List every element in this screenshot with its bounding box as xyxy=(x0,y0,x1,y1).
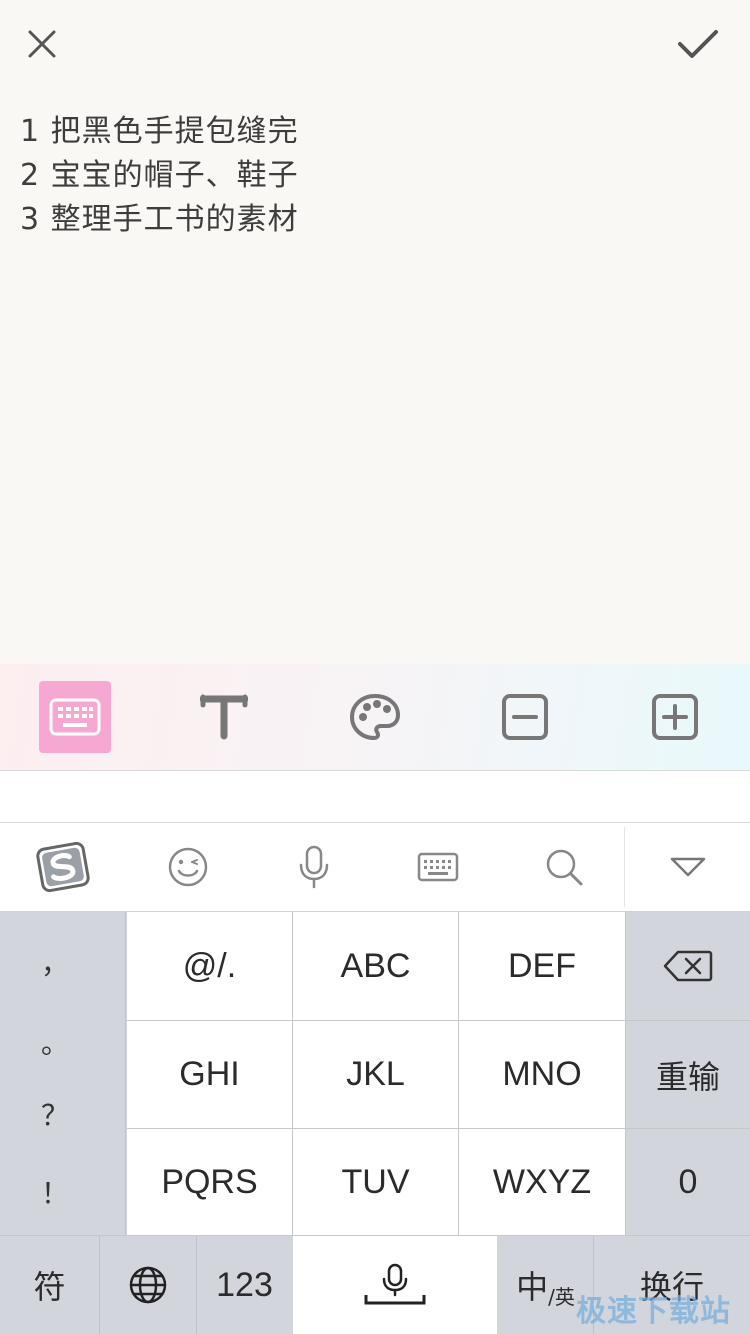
symbol-period-key[interactable]: 。 xyxy=(0,1012,110,1072)
key-divider xyxy=(458,912,459,1236)
key-divider xyxy=(127,1128,750,1129)
key-divider xyxy=(292,912,293,1236)
voice-input-button[interactable] xyxy=(274,823,354,911)
top-bar xyxy=(0,0,750,90)
numbers-key[interactable]: 123 xyxy=(197,1236,292,1334)
lang-sub-label: /英 xyxy=(548,1285,575,1309)
emoji-button[interactable] xyxy=(148,823,228,911)
composition-strip xyxy=(0,770,750,823)
search-icon xyxy=(546,849,583,886)
symbol-question-key[interactable]: ？ xyxy=(0,1084,110,1144)
key-pqrs[interactable]: PQRS xyxy=(127,1129,292,1236)
keyboard-layout-button[interactable] xyxy=(398,823,478,911)
note-line: 1 把黑色手提包缝完 xyxy=(20,114,299,149)
microphone-icon xyxy=(299,845,329,889)
symbol-exclamation-key[interactable]: ！ xyxy=(0,1162,110,1222)
key-def[interactable]: DEF xyxy=(459,912,625,1020)
key-at-slash-dot[interactable]: @/. xyxy=(127,912,292,1020)
key-tuv[interactable]: TUV xyxy=(293,1129,458,1236)
palette-icon xyxy=(349,693,401,741)
toolbar-divider xyxy=(624,827,625,907)
collapse-keyboard-button[interactable] xyxy=(646,823,730,911)
lang-main-label: 中 xyxy=(516,1268,549,1306)
checkmark-icon xyxy=(678,30,718,58)
text-format-icon xyxy=(200,694,248,740)
sogou-logo-icon xyxy=(36,842,90,892)
symbol-column[interactable]: ， 。 ？ ！ xyxy=(0,912,126,1236)
done-button[interactable] xyxy=(672,20,724,68)
minus-square-icon xyxy=(502,694,548,740)
symbol-comma-key[interactable]: ， xyxy=(0,932,110,992)
globe-key[interactable] xyxy=(100,1236,196,1334)
format-toolbar xyxy=(0,664,750,770)
key-ghi[interactable]: GHI xyxy=(127,1021,292,1128)
sogou-menu-button[interactable] xyxy=(22,823,104,911)
space-key[interactable] xyxy=(293,1236,497,1334)
note-line: 2 宝宝的帽子、鞋子 xyxy=(20,158,299,193)
key-mno[interactable]: MNO xyxy=(459,1021,625,1128)
voice-space-icon xyxy=(364,1263,426,1305)
close-button[interactable] xyxy=(18,20,66,68)
key-divider xyxy=(625,912,626,1236)
increase-button[interactable] xyxy=(639,681,711,753)
retype-key[interactable]: 重输 xyxy=(626,1021,750,1128)
note-editor[interactable]: 1 把黑色手提包缝完 2 宝宝的帽子、鞋子 3 整理手工书的素材 xyxy=(20,110,720,242)
keyboard-icon xyxy=(49,698,101,736)
key-jkl[interactable]: JKL xyxy=(293,1021,458,1128)
keyboard: ， 。 ？ ！ @/. ABC DEF GHI JKL MNO PQRS TUV… xyxy=(0,912,750,1334)
text-format-button[interactable] xyxy=(188,681,260,753)
search-button[interactable] xyxy=(524,823,604,911)
plus-square-icon xyxy=(652,694,698,740)
backspace-key[interactable] xyxy=(626,912,750,1020)
close-icon xyxy=(28,30,56,58)
backspace-icon xyxy=(663,950,713,982)
key-abc[interactable]: ABC xyxy=(293,912,458,1020)
color-palette-button[interactable] xyxy=(339,681,411,753)
key-divider xyxy=(127,1020,750,1021)
zero-key[interactable]: 0 xyxy=(626,1129,750,1236)
watermark-logo: 极速下载站 xyxy=(576,1294,731,1329)
symbols-key[interactable]: 符 xyxy=(0,1236,99,1334)
keyboard-toolbar xyxy=(0,823,750,912)
key-wxyz[interactable]: WXYZ xyxy=(459,1129,625,1236)
globe-icon xyxy=(129,1266,167,1304)
note-line: 3 整理手工书的素材 xyxy=(20,202,299,237)
emoji-icon xyxy=(168,847,208,887)
decrease-button[interactable] xyxy=(489,681,561,753)
keyboard-toggle-button[interactable] xyxy=(39,681,111,753)
collapse-keyboard-icon xyxy=(670,857,706,877)
keyboard-icon xyxy=(417,852,459,882)
